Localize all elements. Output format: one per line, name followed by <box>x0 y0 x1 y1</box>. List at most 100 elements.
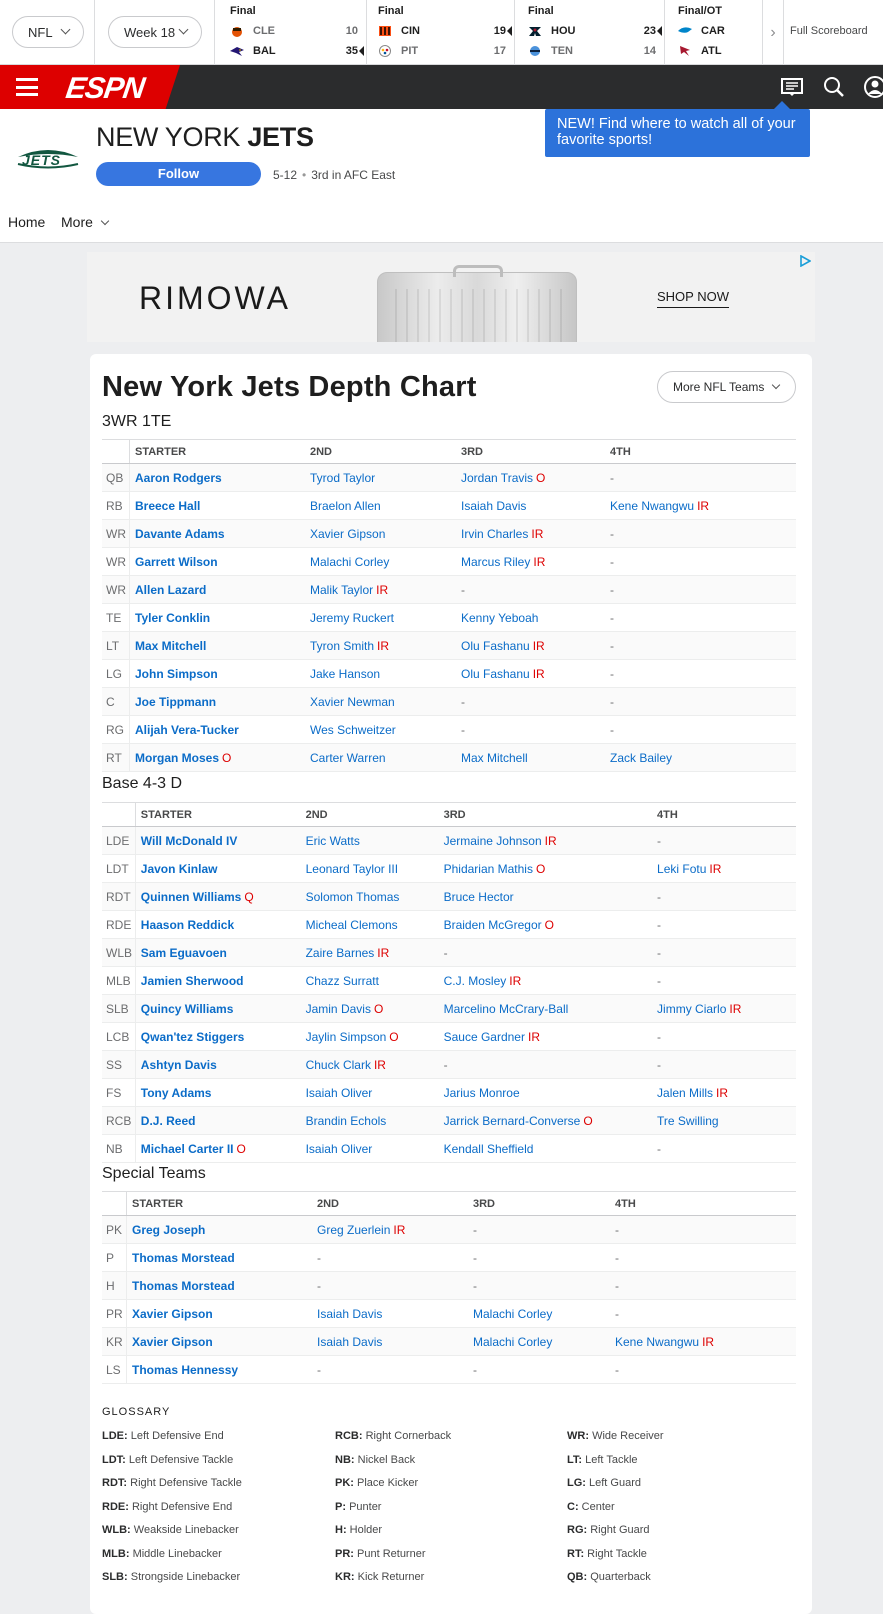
player-link[interactable]: Micheal Clemons <box>306 918 398 932</box>
player-link[interactable]: Isaiah Oliver <box>306 1086 373 1100</box>
game-card-1[interactable]: Final CLE 10 BAL 35 <box>219 0 367 65</box>
player-link[interactable]: Malik Taylor <box>310 583 373 597</box>
player-link[interactable]: Max Mitchell <box>135 639 206 653</box>
player-link[interactable]: Quinnen Williams <box>141 890 242 904</box>
player-link[interactable]: Isaiah Davis <box>461 499 526 513</box>
player-link[interactable]: Jalen Mills <box>657 1086 713 1100</box>
player-link[interactable]: Marcus Riley <box>461 555 530 569</box>
player-link[interactable]: Tyrod Taylor <box>310 471 375 485</box>
player-link[interactable]: Malachi Corley <box>473 1307 552 1321</box>
hamburger-menu-icon[interactable] <box>16 78 38 96</box>
player-link[interactable]: Jaylin Simpson <box>306 1030 387 1044</box>
player-link[interactable]: C.J. Mosley <box>444 974 507 988</box>
player-link[interactable]: Kendall Sheffield <box>444 1142 534 1156</box>
player-link[interactable]: Jamin Davis <box>306 1002 371 1016</box>
player-link[interactable]: Tyron Smith <box>310 639 374 653</box>
player-link[interactable]: Thomas Morstead <box>132 1279 235 1293</box>
player-link[interactable]: Xavier Newman <box>310 695 395 709</box>
player-link[interactable]: Braiden McGregor <box>444 918 542 932</box>
game-card-2[interactable]: Final CIN 19 PIT 17 <box>367 0 515 65</box>
player-link[interactable]: Zack Bailey <box>610 751 672 765</box>
player-link[interactable]: Jake Hanson <box>310 667 380 681</box>
player-link[interactable]: Davante Adams <box>135 527 225 541</box>
chevron-right-icon[interactable]: › <box>762 0 784 65</box>
player-link[interactable]: Zaire Barnes <box>306 946 375 960</box>
advertisement[interactable]: RIMOWA SHOP NOW <box>87 252 815 342</box>
player-link[interactable]: Jeremy Ruckert <box>310 611 394 625</box>
player-link[interactable]: Quincy Williams <box>141 1002 234 1016</box>
player-link[interactable]: Kene Nwangwu <box>610 499 694 513</box>
player-link[interactable]: Jimmy Ciarlo <box>657 1002 726 1016</box>
player-link[interactable]: Malachi Corley <box>310 555 389 569</box>
player-link[interactable]: Chuck Clark <box>306 1058 371 1072</box>
player-link[interactable]: Kenny Yeboah <box>461 611 538 625</box>
player-link[interactable]: Isaiah Davis <box>317 1335 382 1349</box>
player-link[interactable]: Tyler Conklin <box>135 611 210 625</box>
game-card-3[interactable]: Final HOU 23 TEN 14 <box>517 0 665 65</box>
ad-choices-icon[interactable] <box>799 254 812 268</box>
player-link[interactable]: Allen Lazard <box>135 583 206 597</box>
player-link[interactable]: Phidarian Mathis <box>444 862 533 876</box>
watch-list-icon[interactable] <box>781 76 803 98</box>
player-link[interactable]: Kene Nwangwu <box>615 1335 699 1349</box>
full-scoreboard-link[interactable]: Full Scoreboard <box>790 25 868 37</box>
player-link[interactable]: Greg Joseph <box>132 1223 205 1237</box>
player-link[interactable]: Jarrick Bernard-Converse <box>444 1114 581 1128</box>
player-link[interactable]: John Simpson <box>135 667 218 681</box>
player-link[interactable]: Tony Adams <box>141 1086 212 1100</box>
player-link[interactable]: Isaiah Oliver <box>306 1142 373 1156</box>
player-link[interactable]: Xavier Gipson <box>132 1335 213 1349</box>
player-link[interactable]: Garrett Wilson <box>135 555 218 569</box>
player-link[interactable]: Wes Schweitzer <box>310 723 396 737</box>
player-link[interactable]: Jamien Sherwood <box>141 974 244 988</box>
player-link[interactable]: Greg Zuerlein <box>317 1223 390 1237</box>
player-link[interactable]: D.J. Reed <box>141 1114 196 1128</box>
player-link[interactable]: Irvin Charles <box>461 527 528 541</box>
game-card-4[interactable]: Final/OT CAR ATL <box>667 0 762 65</box>
player-link[interactable]: Brandin Echols <box>306 1114 387 1128</box>
follow-button[interactable]: Follow <box>96 162 261 186</box>
subnav-more[interactable]: More <box>61 214 110 230</box>
player-link[interactable]: Xavier Gipson <box>132 1307 213 1321</box>
player-link[interactable]: Ashtyn Davis <box>141 1058 217 1072</box>
player-link[interactable]: Sauce Gardner <box>444 1030 525 1044</box>
player-link[interactable]: Thomas Morstead <box>132 1251 235 1265</box>
player-link[interactable]: Bruce Hector <box>444 890 514 904</box>
player-link[interactable]: Leki Fotu <box>657 862 706 876</box>
subnav-home[interactable]: Home <box>8 214 45 230</box>
player-link[interactable]: Qwan'tez Stiggers <box>141 1030 245 1044</box>
league-select[interactable]: NFL <box>12 16 84 48</box>
player-link[interactable]: Tre Swilling <box>657 1114 719 1128</box>
more-teams-dropdown[interactable]: More NFL Teams <box>657 371 796 403</box>
player-link[interactable]: Solomon Thomas <box>306 890 400 904</box>
player-link[interactable]: Xavier Gipson <box>310 527 385 541</box>
player-link[interactable]: Max Mitchell <box>461 751 528 765</box>
player-link[interactable]: Alijah Vera-Tucker <box>135 723 239 737</box>
player-link[interactable]: Will McDonald IV <box>141 834 238 848</box>
player-link[interactable]: Olu Fashanu <box>461 667 530 681</box>
search-icon[interactable] <box>823 76 845 98</box>
player-link[interactable]: Isaiah Davis <box>317 1307 382 1321</box>
player-link[interactable]: Sam Eguavoen <box>141 946 227 960</box>
player-link[interactable]: Carter Warren <box>310 751 386 765</box>
player-link[interactable]: Morgan Moses <box>135 751 219 765</box>
ad-shop-now-link[interactable]: SHOP NOW <box>657 289 729 308</box>
player-link[interactable]: Jermaine Johnson <box>444 834 542 848</box>
player-link[interactable]: Joe Tippmann <box>135 695 216 709</box>
espn-logo[interactable]: ESPN <box>64 72 146 106</box>
player-link[interactable]: Breece Hall <box>135 499 200 513</box>
player-link[interactable]: Marcelino McCrary-Ball <box>444 1002 569 1016</box>
player-link[interactable]: Malachi Corley <box>473 1335 552 1349</box>
player-link[interactable]: Aaron Rodgers <box>135 471 222 485</box>
player-link[interactable]: Olu Fashanu <box>461 639 530 653</box>
player-link[interactable]: Eric Watts <box>306 834 360 848</box>
profile-icon[interactable] <box>864 76 883 98</box>
player-link[interactable]: Javon Kinlaw <box>141 862 218 876</box>
player-link[interactable]: Jarius Monroe <box>444 1086 520 1100</box>
player-link[interactable]: Jordan Travis <box>461 471 533 485</box>
player-link[interactable]: Leonard Taylor III <box>306 862 399 876</box>
week-select[interactable]: Week 18 <box>108 16 202 48</box>
player-link[interactable]: Thomas Hennessy <box>132 1363 238 1377</box>
promo-tooltip[interactable]: NEW! Find where to watch all of your fav… <box>545 101 810 157</box>
player-link[interactable]: Chazz Surratt <box>306 974 379 988</box>
